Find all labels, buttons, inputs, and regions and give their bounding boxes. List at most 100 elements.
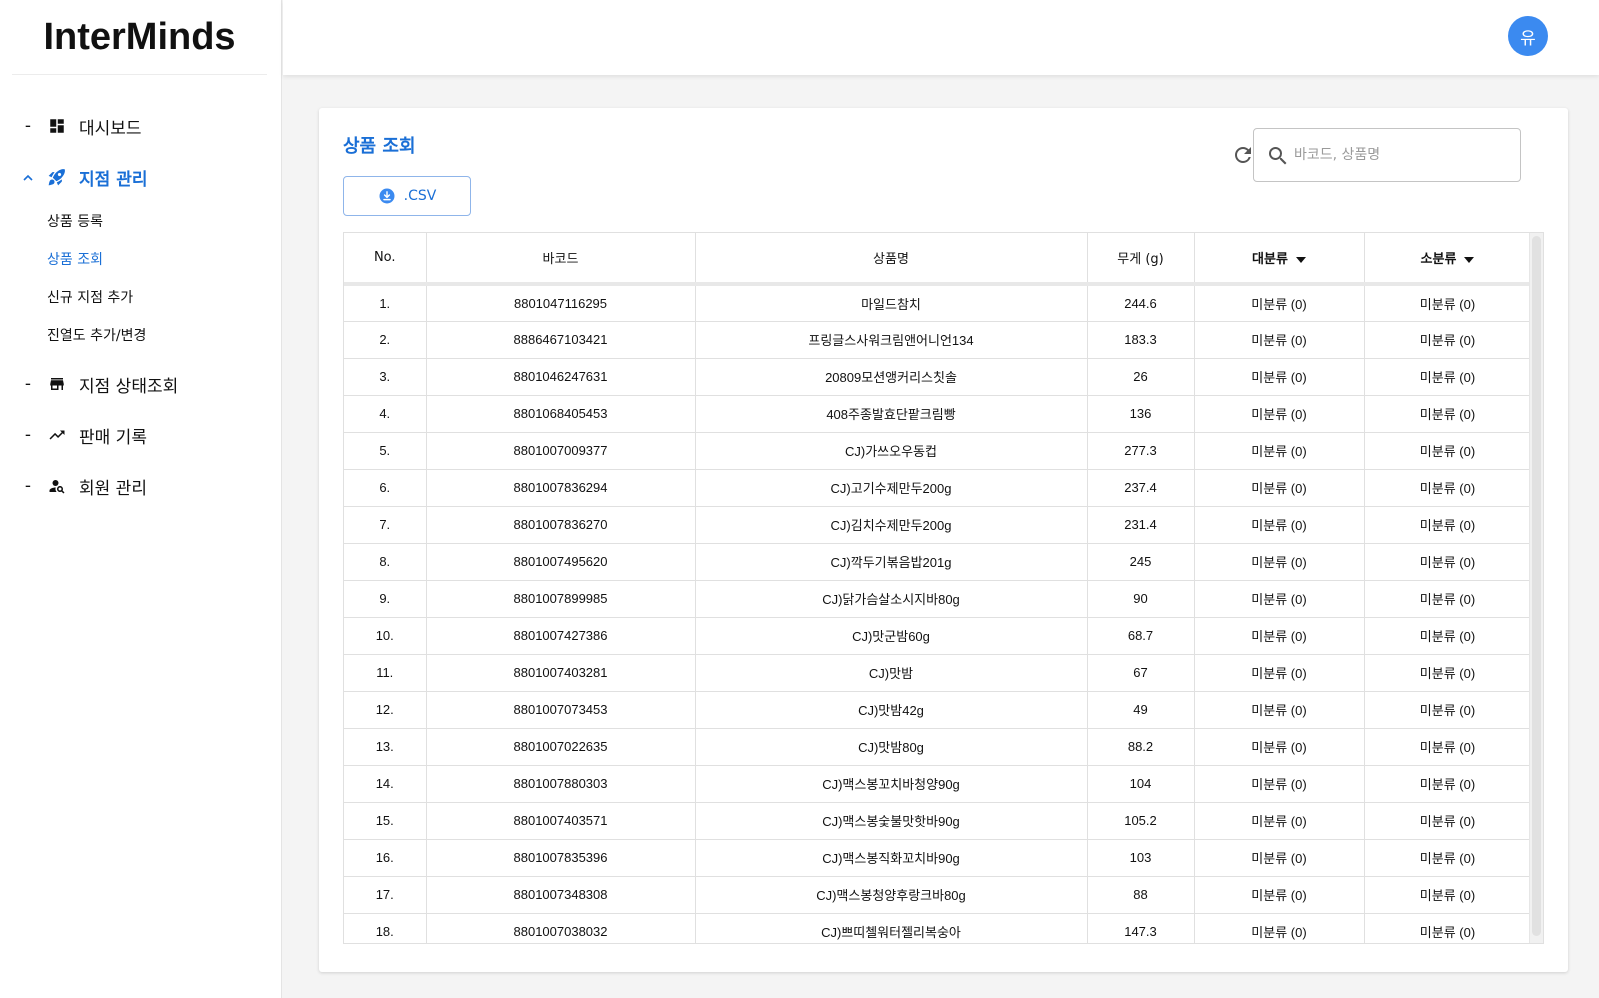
cell-weight: 68.7	[1087, 617, 1195, 655]
cell-major-category: 미분류 (0)	[1194, 321, 1365, 359]
sidebar-item-dashboard[interactable]: - 대시보드	[0, 106, 282, 146]
sidebar-item-label: 대시보드	[79, 118, 142, 139]
table-row[interactable]: 16. 8801007835396 CJ)맥스봉직화꼬치바90g 103 미분류 (0)…	[344, 839, 1532, 877]
table-row[interactable]: 6. 8801007836294 CJ)고기수제만두200g 237.4 미분류 (0)…	[344, 469, 1532, 507]
cell-product-name: 408주종발효단팥크림빵	[695, 395, 1088, 433]
cell-minor-category: 미분류 (0)	[1364, 321, 1532, 359]
cell-major-category: 미분류 (0)	[1194, 580, 1365, 618]
minor-category-label: 소분류	[1420, 252, 1457, 267]
cell-no: 2.	[344, 321, 427, 359]
subitem-new-branch[interactable]: 신규 지점 추가	[47, 285, 133, 309]
cell-major-category: 미분류 (0)	[1194, 839, 1365, 877]
dropdown-arrow-icon	[1295, 256, 1306, 263]
cell-product-name: CJ)맛밤	[695, 654, 1088, 692]
trending-up-icon	[46, 424, 68, 446]
cell-no: 16.	[344, 839, 427, 877]
cell-weight: 88.2	[1087, 728, 1195, 766]
cell-no: 11.	[344, 654, 427, 692]
table-row[interactable]: 12. 8801007073453 CJ)맛밤42g 49 미분류 (0) 미분류 (0)	[344, 691, 1532, 729]
cell-no: 7.	[344, 506, 427, 544]
cell-no: 10.	[344, 617, 427, 655]
app-logo[interactable]: InterMinds	[12, 0, 267, 75]
cell-minor-category: 미분류 (0)	[1364, 506, 1532, 544]
cell-barcode: 8801007403281	[426, 654, 696, 692]
table-row[interactable]: 13. 8801007022635 CJ)맛밤80g 88.2 미분류 (0) 미분류 (…	[344, 728, 1532, 766]
cell-major-category: 미분류 (0)	[1194, 543, 1365, 581]
subitem-product-register[interactable]: 상품 등록	[47, 209, 103, 233]
cell-barcode: 8801007073453	[426, 691, 696, 729]
cell-barcode: 8801007348308	[426, 876, 696, 914]
cell-weight: 105.2	[1087, 802, 1195, 840]
table-row[interactable]: 2. 8886467103421 프링글스사워크림앤어니언134 183.3 미분류 (…	[344, 321, 1532, 359]
sidebar-item-branch-management[interactable]: 지점 관리	[0, 157, 282, 197]
table-row[interactable]: 18. 8801007038032 CJ)쁘띠첼워터젤리복숭아 147.3 미분류 (0…	[344, 913, 1532, 943]
sidebar: InterMinds - 대시보드 지점 관리 상품 등록 상품 조회 신규 지…	[0, 0, 282, 998]
sidebar-item-sales-history[interactable]: - 판매 기록	[0, 415, 282, 455]
cell-major-category: 미분류 (0)	[1194, 358, 1365, 396]
column-header-major-category[interactable]: 대분류	[1194, 233, 1365, 286]
page-title: 상품 조회	[343, 136, 416, 157]
table-row[interactable]: 1. 8801047116295 마일드참치 244.6 미분류 (0) 미분류 (0)	[344, 284, 1532, 322]
cell-barcode: 8801007495620	[426, 543, 696, 581]
column-header-product-name: 상품명	[695, 233, 1088, 286]
cell-weight: 103	[1087, 839, 1195, 877]
search-input[interactable]	[1294, 141, 1509, 169]
cell-major-category: 미분류 (0)	[1194, 691, 1365, 729]
table-row[interactable]: 4. 8801068405453 408주종발효단팥크림빵 136 미분류 (0) 미분류…	[344, 395, 1532, 433]
sidebar-item-branch-status[interactable]: - 지점 상태조회	[0, 364, 282, 404]
table-row[interactable]: 8. 8801007495620 CJ)깍두기볶음밥201g 245 미분류 (0) 미분…	[344, 543, 1532, 581]
cell-major-category: 미분류 (0)	[1194, 617, 1365, 655]
sidebar-item-member-management[interactable]: - 회원 관리	[0, 466, 282, 506]
cell-barcode: 8801068405453	[426, 395, 696, 433]
cell-weight: 88	[1087, 876, 1195, 914]
cell-minor-category: 미분류 (0)	[1364, 691, 1532, 729]
cell-barcode: 8801007899985	[426, 580, 696, 618]
cell-product-name: 20809모션앵커리스칫솔	[695, 358, 1088, 396]
cell-major-category: 미분류 (0)	[1194, 765, 1365, 803]
cell-weight: 245	[1087, 543, 1195, 581]
cell-weight: 147.3	[1087, 913, 1195, 943]
cell-barcode: 8886467103421	[426, 321, 696, 359]
table-row[interactable]: 9. 8801007899985 CJ)닭가슴살소시지바80g 90 미분류 (0) 미분…	[344, 580, 1532, 618]
store-icon	[46, 373, 68, 395]
column-header-barcode: 바코드	[426, 233, 696, 286]
table-scrollbar[interactable]	[1529, 233, 1543, 943]
cell-minor-category: 미분류 (0)	[1364, 580, 1532, 618]
subitem-product-search[interactable]: 상품 조회	[47, 247, 103, 271]
person-search-icon	[46, 475, 68, 497]
sidebar-item-label: 판매 기록	[79, 427, 147, 448]
cell-no: 3.	[344, 358, 427, 396]
sidebar-item-label: 지점 관리	[79, 169, 148, 190]
cell-product-name: 마일드참치	[695, 284, 1088, 322]
cell-product-name: CJ)맛군밤60g	[695, 617, 1088, 655]
cell-no: 12.	[344, 691, 427, 729]
table-row[interactable]: 7. 8801007836270 CJ)김치수제만두200g 231.4 미분류 (0)…	[344, 506, 1532, 544]
table-row[interactable]: 17. 8801007348308 CJ)맥스봉청양후랑크바80g 88 미분류 (0)…	[344, 876, 1532, 914]
cell-weight: 104	[1087, 765, 1195, 803]
table-row[interactable]: 3. 8801046247631 20809모션앵커리스칫솔 26 미분류 (0) 미분류…	[344, 358, 1532, 396]
cell-major-category: 미분류 (0)	[1194, 506, 1365, 544]
cell-major-category: 미분류 (0)	[1194, 432, 1365, 470]
cell-weight: 277.3	[1087, 432, 1195, 470]
table-row[interactable]: 15. 8801007403571 CJ)맥스봉숯불맛핫바90g 105.2 미분류 (…	[344, 802, 1532, 840]
cell-barcode: 8801007403571	[426, 802, 696, 840]
refresh-icon[interactable]	[1231, 143, 1255, 167]
cell-weight: 183.3	[1087, 321, 1195, 359]
subitem-planogram[interactable]: 진열도 추가/변경	[47, 323, 146, 347]
table-row[interactable]: 5. 8801007009377 CJ)가쓰오우동컵 277.3 미분류 (0) 미분류 …	[344, 432, 1532, 470]
table-row[interactable]: 10. 8801007427386 CJ)맛군밤60g 68.7 미분류 (0) 미분류 …	[344, 617, 1532, 655]
cell-weight: 26	[1087, 358, 1195, 396]
collapse-marker: -	[24, 374, 32, 394]
table-row[interactable]: 14. 8801007880303 CJ)맥스봉꼬치바청양90g 104 미분류 (0)…	[344, 765, 1532, 803]
collapse-marker: -	[24, 476, 32, 496]
search-field[interactable]	[1253, 128, 1521, 182]
column-header-minor-category[interactable]: 소분류	[1364, 233, 1532, 286]
csv-download-button[interactable]: .CSV	[343, 176, 471, 216]
search-icon	[1269, 147, 1287, 165]
table-header-row: No. 바코드 상품명 무게 (g) 대분류 소분류	[344, 233, 1532, 286]
cell-product-name: CJ)맥스봉청양후랑크바80g	[695, 876, 1088, 914]
scrollbar-thumb[interactable]	[1532, 236, 1541, 936]
sidebar-item-label: 회원 관리	[79, 478, 147, 499]
avatar[interactable]: 유	[1508, 16, 1548, 56]
table-row[interactable]: 11. 8801007403281 CJ)맛밤 67 미분류 (0) 미분류 (0)	[344, 654, 1532, 692]
